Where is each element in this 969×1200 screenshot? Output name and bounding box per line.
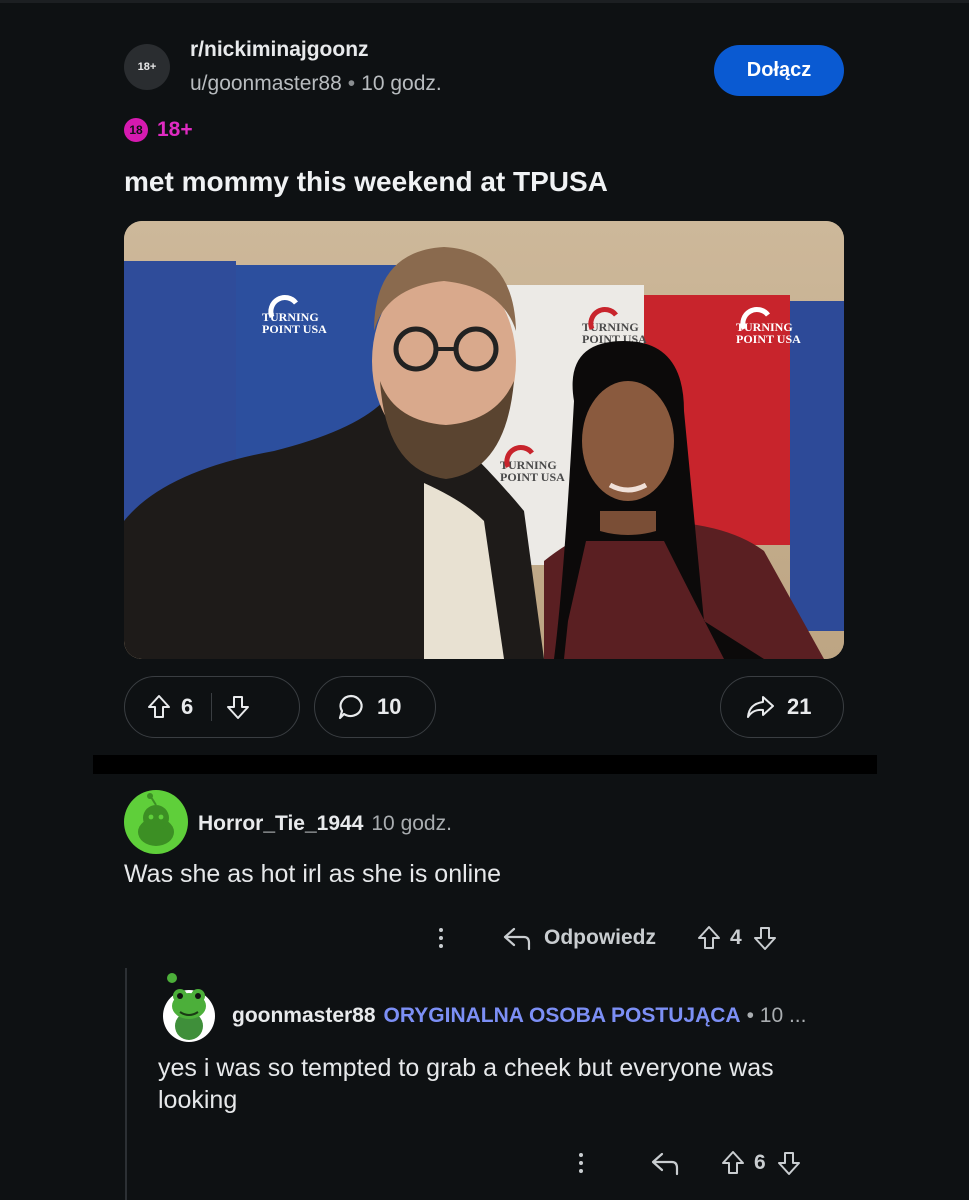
reply-icon[interactable] bbox=[650, 1150, 680, 1176]
upvote-icon[interactable] bbox=[720, 1150, 746, 1176]
subreddit-name[interactable]: r/nickiminajgoonz bbox=[190, 38, 369, 62]
comment-body: Was she as hot irl as she is online bbox=[124, 860, 502, 888]
avatar[interactable] bbox=[124, 790, 188, 854]
section-divider bbox=[93, 755, 877, 774]
downvote-icon[interactable] bbox=[226, 694, 250, 720]
comment-username[interactable]: Horror_Tie_1944 bbox=[198, 812, 363, 835]
snoo-frog-avatar-icon bbox=[163, 973, 215, 1042]
nsfw-tag: 18 18+ bbox=[124, 116, 193, 144]
banner-text: POINT USA bbox=[736, 332, 801, 346]
author-name[interactable]: u/goonmaster88 bbox=[190, 72, 342, 95]
more-options-icon[interactable] bbox=[576, 1153, 586, 1173]
vote-pill: 6 bbox=[124, 676, 300, 738]
comment-header: goonmaster88 ORYGINALNA OSOBA POSTUJĄCA • … bbox=[232, 1004, 806, 1028]
comment-body: yes i was so tempted to grab a cheek but… bbox=[158, 1054, 774, 1114]
op-badge: ORYGINALNA OSOBA POSTUJĄCA bbox=[383, 1004, 741, 1027]
comment-count: 10 bbox=[377, 694, 402, 719]
post-time: 10 godz. bbox=[361, 72, 442, 95]
comment-icon bbox=[338, 694, 363, 720]
vote-count: 6 bbox=[181, 694, 194, 719]
comment-username[interactable]: goonmaster88 bbox=[232, 1004, 376, 1027]
comment-actions: 6 bbox=[576, 1143, 802, 1183]
comment-time: 10 godz. bbox=[371, 812, 452, 835]
top-border bbox=[0, 0, 969, 3]
post-title[interactable]: met mommy this weekend at TPUSA bbox=[124, 166, 608, 198]
snoo-avatar-icon bbox=[138, 793, 174, 846]
post-header: 18+ r/nickiminajgoonz u/goonmaster88 • 10 … bbox=[124, 38, 844, 108]
downvote-icon[interactable] bbox=[776, 1150, 802, 1176]
join-button[interactable]: Dołącz bbox=[714, 45, 844, 96]
nsfw-label: 18+ bbox=[157, 118, 193, 141]
banner-text: POINT USA bbox=[500, 470, 565, 484]
author-line: u/goonmaster88 • 10 godz. bbox=[190, 72, 442, 96]
banner-text: POINT USA bbox=[262, 322, 327, 336]
share-button[interactable]: 21 bbox=[720, 676, 844, 738]
reply-icon[interactable] bbox=[502, 925, 532, 951]
reply-button[interactable]: Odpowiedz bbox=[544, 926, 656, 950]
comments-button[interactable]: 10 bbox=[314, 676, 436, 738]
avatar[interactable] bbox=[158, 968, 220, 1044]
comment-vote-count: 4 bbox=[730, 926, 742, 949]
photo-illustration: TURNING POINT USA TURNING POINT USA TURN… bbox=[124, 221, 844, 659]
more-options-icon[interactable] bbox=[436, 928, 446, 948]
nsfw-icon: 18 bbox=[124, 118, 148, 142]
comment-time: • 10 ... bbox=[746, 1004, 807, 1027]
comment-header: Horror_Tie_1944 10 godz. bbox=[198, 812, 452, 836]
post-image[interactable]: TURNING POINT USA TURNING POINT USA TURN… bbox=[124, 221, 844, 659]
share-icon bbox=[747, 696, 774, 718]
downvote-icon[interactable] bbox=[752, 925, 778, 951]
thread-line[interactable] bbox=[125, 968, 127, 1200]
separator-dot: • bbox=[347, 72, 356, 95]
upvote-icon[interactable] bbox=[147, 694, 171, 720]
comment-vote-count: 6 bbox=[754, 1151, 766, 1174]
upvote-icon[interactable] bbox=[696, 925, 722, 951]
subreddit-avatar[interactable]: 18+ bbox=[124, 44, 170, 90]
share-count: 21 bbox=[787, 694, 812, 719]
post-actions: 6 10 21 bbox=[124, 676, 844, 740]
vote-separator bbox=[211, 693, 213, 721]
comment-actions: Odpowiedz 4 bbox=[436, 918, 778, 958]
